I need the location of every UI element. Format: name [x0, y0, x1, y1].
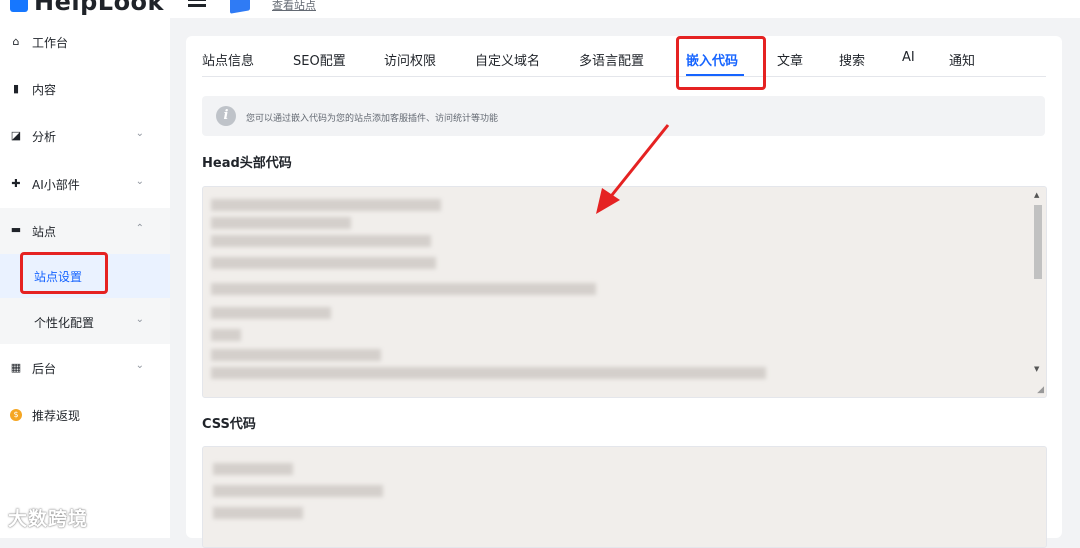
annotation-arrow	[596, 124, 670, 214]
watermark: 大数跨境	[8, 508, 89, 530]
